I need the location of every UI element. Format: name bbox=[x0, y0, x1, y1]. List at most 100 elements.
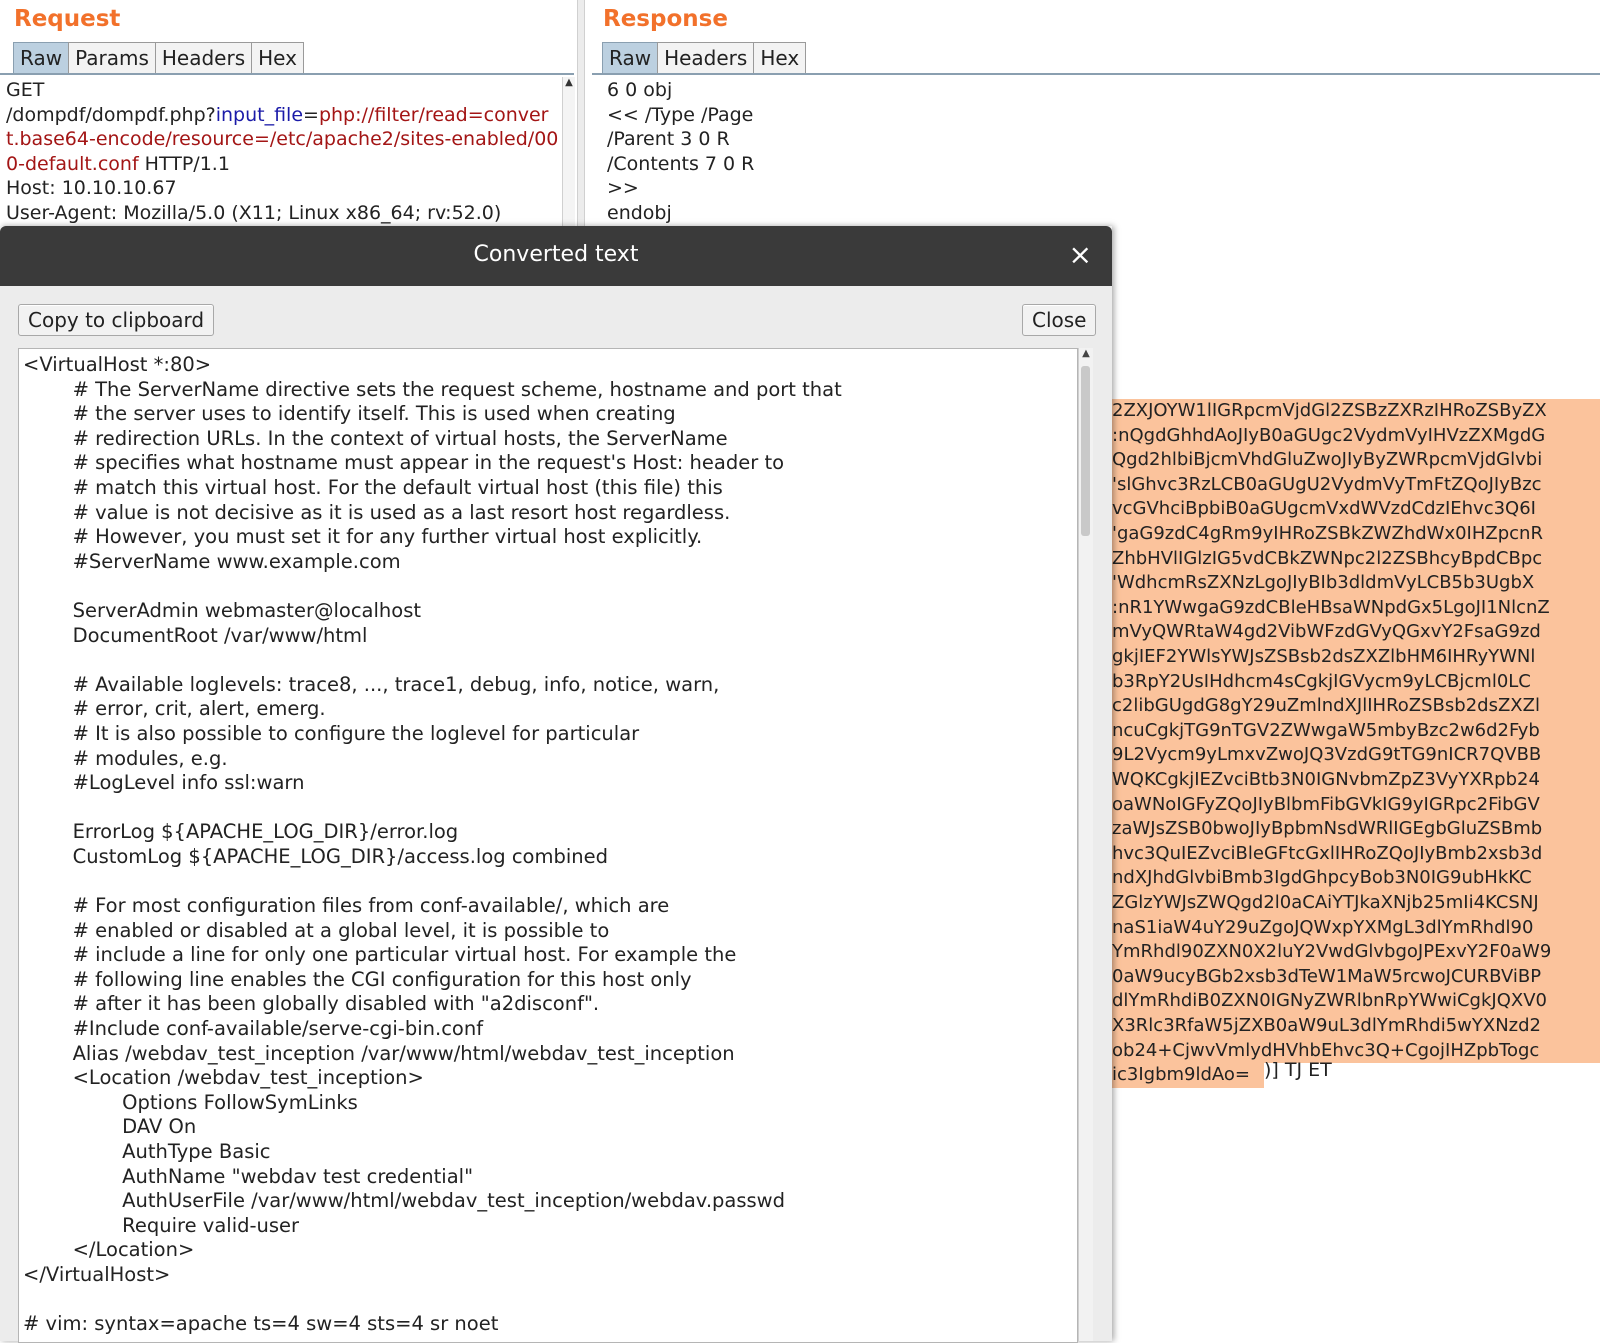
request-tabs: Raw Params Headers Hex bbox=[13, 42, 304, 73]
request-param-equals: = bbox=[303, 103, 319, 126]
config-line: ErrorLog ${APACHE_LOG_DIR}/error.log bbox=[23, 820, 459, 844]
base64-line: hvc3QuIEZvciBleGFtcGxlIHRoZQoJIyBmb2xsb3… bbox=[1112, 841, 1600, 867]
request-method: GET bbox=[6, 79, 45, 101]
config-line: DAV On bbox=[23, 1115, 197, 1139]
base64-line: naS1iaW4uY29uZgoJQWxpYXMgL3dlYmRhdl90 bbox=[1112, 915, 1600, 941]
request-host-header: Host: 10.10.10.67 bbox=[6, 177, 177, 199]
converted-text-scrollbar[interactable]: ▲ bbox=[1078, 348, 1093, 1341]
config-line: # specifies what hostname must appear in… bbox=[23, 451, 785, 475]
config-line: # error, crit, alert, emerg. bbox=[23, 697, 326, 721]
base64-line: 'WdhcmRsZXNzLgoJIyBIb3dldmVyLCB5b3UgbX bbox=[1112, 571, 1600, 596]
response-tab-raw[interactable]: Raw bbox=[602, 42, 659, 73]
config-line: # It is also possible to configure the l… bbox=[23, 721, 640, 745]
base64-line: 9L2Vycm9yLmxvZwoJQ3VzdG9tTG9nICR7QVBB bbox=[1112, 743, 1600, 768]
base64-line: X3Rlc3RfaW5jZXB0aW9uL3dlYmRhdi5wYXNzd2 bbox=[1112, 1014, 1600, 1039]
config-line: # The ServerName directive sets the requ… bbox=[23, 377, 842, 401]
config-line: # value is not decisive as it is used as… bbox=[23, 500, 731, 524]
request-title: Request bbox=[14, 6, 121, 32]
config-line bbox=[23, 574, 842, 599]
base64-line: ncuCgkjTG9nTGV2ZWwgaW5mbyBzc2w6d2Fyb bbox=[1112, 718, 1600, 744]
request-raw-editor[interactable]: GET /dompdf/dompdf.php?input_file=php://… bbox=[6, 78, 561, 225]
config-line: #Include conf-available/serve-cgi-bin.co… bbox=[23, 1017, 484, 1041]
base64-line: b3RpY2UsIHdhcm4sCgkjIGVycm9yLCBjcml0LC bbox=[1112, 669, 1600, 695]
config-line: AuthUserFile /var/www/html/webdav_test_i… bbox=[23, 1189, 785, 1213]
scrollbar-thumb[interactable] bbox=[1081, 366, 1090, 536]
dialog-title: Converted text bbox=[473, 242, 639, 267]
config-line: ServerAdmin webmaster@localhost bbox=[23, 598, 421, 622]
config-line bbox=[23, 796, 842, 821]
response-line: >> bbox=[607, 177, 639, 199]
base64-line: dlYmRhdiB0ZXN0IGNyZWRlbnRpYWwiCgkJQXV0 bbox=[1112, 989, 1600, 1014]
request-tab-underline bbox=[0, 73, 574, 75]
base64-line: :nQgdGhhdAoJIyB0aGUgc2VydmVyIHVzZXMgdG bbox=[1112, 423, 1600, 449]
config-line: <VirtualHost *:80> bbox=[23, 353, 212, 376]
config-line: # after it has been globally disabled wi… bbox=[23, 992, 600, 1016]
config-line: # following line enables the CGI configu… bbox=[23, 967, 692, 991]
response-tab-headers[interactable]: Headers bbox=[657, 42, 755, 73]
config-line: # the server uses to identify itself. Th… bbox=[23, 402, 676, 426]
base64-line: 'slGhvc3RzLCB0aGUgU2VydmVyTmFtZQoJIyBzc bbox=[1112, 472, 1600, 498]
config-line bbox=[23, 1288, 842, 1313]
config-line: DocumentRoot /var/www/html bbox=[23, 623, 368, 647]
config-line: # However, you must set it for any furth… bbox=[23, 525, 703, 549]
request-path: /dompdf/dompdf.php? bbox=[6, 103, 216, 126]
scroll-up-arrow-icon[interactable]: ▲ bbox=[1079, 348, 1093, 359]
config-line: #LogLevel info ssl:warn bbox=[23, 771, 305, 795]
request-scrollbar[interactable]: ▲ bbox=[562, 77, 575, 227]
base64-line: :nR1YWwgaG9zdCBleHBsaWNpdGx5LgoJI1NlcnZ bbox=[1112, 595, 1600, 621]
response-title: Response bbox=[603, 6, 728, 32]
request-tab-hex[interactable]: Hex bbox=[251, 42, 304, 73]
dialog-titlebar[interactable]: Converted text × bbox=[0, 226, 1112, 286]
config-line: # Available loglevels: trace8, ..., trac… bbox=[23, 672, 720, 696]
converted-text-area[interactable]: <VirtualHost *:80> # The ServerName dire… bbox=[18, 348, 1078, 1343]
config-line bbox=[23, 869, 842, 894]
base64-line: Qgd2hlbiBjcmVhdGluZwoJIyByZWRpcmVjdGlvbi bbox=[1112, 448, 1600, 473]
config-line: # redirection URLs. In the context of vi… bbox=[23, 426, 728, 450]
config-line: #ServerName www.example.com bbox=[23, 549, 401, 573]
base64-line: WQKCgkjIEZvciBtb3N0IGNvbmZpZ3VyYXRpb24 bbox=[1112, 768, 1600, 793]
response-tail-text: )] TJ ET bbox=[1264, 1059, 1332, 1081]
config-line: # For most configuration files from conf… bbox=[23, 894, 670, 918]
config-line: # modules, e.g. bbox=[23, 746, 228, 770]
close-icon[interactable]: × bbox=[1069, 238, 1092, 271]
converted-text-lines: <VirtualHost *:80> # The ServerName dire… bbox=[23, 353, 842, 1337]
response-line: 6 0 obj bbox=[607, 79, 673, 101]
config-line: CustomLog ${APACHE_LOG_DIR}/access.log c… bbox=[23, 844, 609, 868]
response-tab-hex[interactable]: Hex bbox=[753, 42, 807, 73]
config-line: Alias /webdav_test_inception /var/www/ht… bbox=[23, 1041, 735, 1065]
base64-line: vcGVhciBpbiB0aGUgcmVxdWVzdCdzIEhvc3Q6I bbox=[1112, 497, 1600, 522]
config-line: </Location> bbox=[23, 1238, 195, 1262]
base64-line: 'gaG9zdC4gRm9yIHRoZSBkZWZhdWx0IHZpcnR bbox=[1112, 522, 1600, 547]
base64-line: ndXJhdGlvbiBmb3IgdGhpcyBob3N0IG9ubHkKC bbox=[1112, 866, 1600, 891]
config-line: <Location /webdav_test_inception> bbox=[23, 1066, 424, 1090]
base64-line: ic3Igbm9ldAo= bbox=[1112, 1063, 1264, 1088]
copy-to-clipboard-button[interactable]: Copy to clipboard bbox=[18, 304, 215, 336]
config-line: Options FollowSymLinks bbox=[23, 1090, 358, 1114]
response-tabs: Raw Headers Hex bbox=[602, 42, 807, 73]
base64-line: YmRhdl90ZXN0X2luY2VwdGlvbgoJPExvY2F0aW9 bbox=[1112, 940, 1600, 965]
base64-line: gkjIEF2YWlsYWJsZSBsb2dsZXZlbHM6IHRyYWNl bbox=[1112, 645, 1600, 670]
base64-line: c2libGUgdG8gY29uZmlndXJlIHRoZSBsb2dsZXZl bbox=[1112, 694, 1600, 719]
response-line: /Contents 7 0 R bbox=[607, 152, 755, 175]
base64-line: ZhbHVlIGlzIG5vdCBkZWNpc2l2ZSBhcyBpdCBpc bbox=[1112, 546, 1600, 572]
request-tab-raw[interactable]: Raw bbox=[13, 42, 70, 73]
base64-line: ZGlzYWJsZWQgd2l0aCAiYTJkaXNjb25mIi4KCSNJ bbox=[1112, 891, 1600, 916]
request-tab-headers[interactable]: Headers bbox=[154, 42, 253, 73]
config-line bbox=[23, 648, 842, 673]
request-param-name: input_file bbox=[215, 103, 304, 126]
base64-line: oaWNoIGFyZQoJIyBlbmFibGVkIG9yIGRpc2FibGV bbox=[1112, 792, 1600, 818]
response-raw-editor[interactable]: 6 0 obj << /Type /Page/Parent 3 0 R/Conte… bbox=[607, 78, 754, 225]
scroll-up-arrow-icon[interactable]: ▲ bbox=[563, 77, 575, 88]
config-line: # enabled or disabled at a global level,… bbox=[23, 918, 610, 942]
request-tab-params[interactable]: Params bbox=[68, 42, 156, 73]
request-user-agent-header: User-Agent: Mozilla/5.0 (X11; Linux x86_… bbox=[6, 201, 502, 224]
config-line: # match this virtual host. For the defau… bbox=[23, 475, 723, 499]
request-protocol: HTTP/1.1 bbox=[138, 152, 230, 175]
response-line: /Parent 3 0 R bbox=[607, 128, 730, 150]
response-tab-underline bbox=[592, 73, 1600, 75]
base64-line: zaWJsZSB0bwoJIyBpbmNsdWRlIGEgbGluZSBmb bbox=[1112, 817, 1600, 842]
config-line: # vim: syntax=apache ts=4 sw=4 sts=4 sr … bbox=[23, 1312, 499, 1336]
close-button[interactable]: Close bbox=[1022, 304, 1097, 336]
config-line: AuthType Basic bbox=[23, 1140, 271, 1163]
config-line: # include a line for only one particular… bbox=[23, 943, 737, 967]
